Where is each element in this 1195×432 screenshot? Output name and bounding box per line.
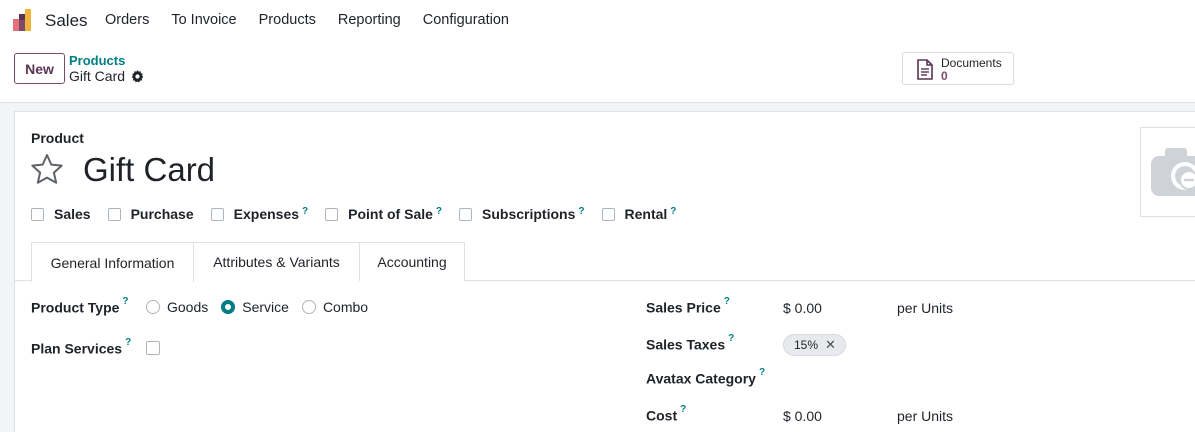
main-menu: Orders To Invoice Products Reporting Con…: [105, 12, 531, 28]
help-icon[interactable]: ?: [125, 337, 131, 348]
product-image[interactable]: [1140, 127, 1195, 217]
tab-general-information[interactable]: General Information: [31, 242, 194, 282]
sales-checkbox[interactable]: [31, 207, 44, 221]
gear-icon[interactable]: [131, 69, 144, 83]
sales-tax-badge[interactable]: 15% ✕: [783, 334, 846, 356]
camera-icon: [1151, 148, 1195, 196]
breadcrumb-products[interactable]: Products: [69, 53, 125, 68]
cost-unit: per Units: [897, 408, 954, 424]
tab-label: Attributes & Variants: [213, 254, 340, 270]
checkbox-sales[interactable]: Sales: [31, 206, 91, 222]
sales-price-unit: per Units: [897, 300, 954, 316]
close-icon[interactable]: ✕: [825, 337, 836, 353]
checkbox-subscriptions[interactable]: Subscriptions ?: [459, 206, 585, 222]
sales-price-label: Sales Price?: [646, 296, 730, 316]
expenses-checkbox-label: Expenses: [233, 206, 300, 222]
new-button[interactable]: New: [14, 53, 65, 84]
menu-products[interactable]: Products: [259, 12, 316, 28]
sales-tax-badge-label: 15%: [794, 338, 819, 352]
point-of-sale-checkbox-label: Point of Sale: [348, 206, 433, 222]
checkbox-purchase[interactable]: Purchase: [107, 206, 194, 222]
tab-label: General Information: [50, 254, 175, 271]
rental-checkbox[interactable]: [601, 207, 615, 221]
help-icon[interactable]: ?: [728, 333, 734, 344]
document-icon: [917, 59, 933, 80]
combo-radio-button[interactable]: [301, 300, 316, 314]
tab-attributes-variants[interactable]: Attributes & Variants: [193, 242, 360, 281]
goods-radio-label: Goods: [167, 299, 209, 315]
help-icon[interactable]: ?: [724, 296, 730, 307]
breadcrumb-current-label: Gift Card: [69, 68, 126, 84]
product-type-label: Product Type?: [31, 296, 129, 316]
tab-label: Accounting: [377, 254, 447, 270]
product-type-radio: Goods Service Combo: [146, 299, 381, 315]
menu-to-invoice[interactable]: To Invoice: [171, 12, 236, 28]
rental-checkbox-label: Rental: [624, 206, 668, 222]
cost-label: Cost?: [646, 404, 687, 424]
radio-goods[interactable]: Goods: [146, 299, 208, 315]
checkbox-point-of-sale[interactable]: Point of Sale ?: [325, 206, 442, 222]
purchase-checkbox-label: Purchase: [130, 206, 194, 222]
product-label: Product: [31, 130, 84, 146]
radio-combo[interactable]: Combo: [301, 299, 369, 315]
help-icon[interactable]: ?: [436, 206, 442, 217]
product-options: Sales Purchase Expenses ? Point of Sale …: [31, 206, 693, 222]
plan-services-label: Plan Services?: [31, 337, 132, 357]
avatax-category-label: Avatax Category?: [646, 367, 766, 387]
tab-accounting[interactable]: Accounting: [359, 242, 465, 281]
star-icon[interactable]: [30, 153, 64, 185]
purchase-checkbox[interactable]: [107, 207, 121, 221]
help-icon[interactable]: ?: [302, 206, 308, 217]
expenses-checkbox[interactable]: [210, 207, 224, 221]
subscriptions-checkbox-label: Subscriptions: [482, 206, 576, 222]
checkbox-expenses[interactable]: Expenses ?: [210, 206, 308, 222]
service-radio-label: Service: [242, 299, 289, 315]
breadcrumb-current: Gift Card: [69, 68, 144, 84]
combo-radio-label: Combo: [322, 299, 369, 315]
top-navbar: Sales Orders To Invoice Products Reporti…: [0, 0, 1195, 42]
cost-input[interactable]: $ 0.00: [783, 408, 822, 424]
help-icon[interactable]: ?: [122, 296, 128, 307]
help-icon[interactable]: ?: [670, 206, 676, 217]
documents-label: Documents: [941, 56, 1002, 70]
help-icon[interactable]: ?: [759, 367, 765, 378]
radio-service[interactable]: Service: [221, 299, 289, 315]
point-of-sale-checkbox[interactable]: [325, 207, 339, 221]
goods-radio-button[interactable]: [146, 300, 160, 314]
sales-checkbox-label: Sales: [54, 206, 91, 222]
checkbox-rental[interactable]: Rental ?: [601, 206, 676, 222]
plan-services-checkbox[interactable]: [146, 341, 160, 355]
help-icon[interactable]: ?: [578, 206, 584, 217]
sales-taxes-label: Sales Taxes?: [646, 333, 735, 353]
menu-configuration[interactable]: Configuration: [423, 12, 509, 28]
documents-count: 0: [941, 69, 948, 83]
service-radio-button[interactable]: [221, 300, 236, 314]
menu-orders[interactable]: Orders: [105, 12, 149, 28]
menu-reporting[interactable]: Reporting: [338, 12, 401, 28]
app-name[interactable]: Sales: [45, 11, 88, 31]
sales-app-icon[interactable]: [12, 9, 36, 33]
product-name-field[interactable]: Gift Card: [83, 151, 215, 189]
subscriptions-checkbox[interactable]: [459, 207, 473, 221]
documents-button[interactable]: Documents 0: [902, 52, 1014, 85]
help-icon[interactable]: ?: [680, 404, 686, 415]
sales-price-input[interactable]: $ 0.00: [783, 300, 822, 316]
